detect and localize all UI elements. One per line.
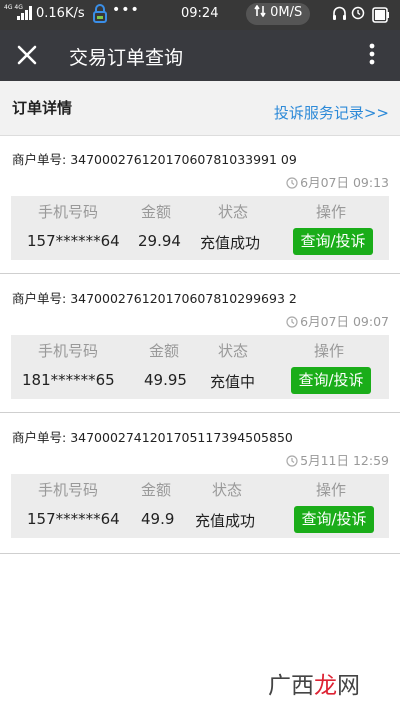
complaint-records-link[interactable]: 投诉服务记录>> <box>274 102 389 123</box>
merchant-number: 商户单号: 347000276120170607810299693 2 <box>12 288 297 307</box>
col-amount-header: 金额 <box>141 203 172 221</box>
col-action-header: 操作 <box>314 342 345 360</box>
order-table: 手机号码 金额 状态 操作 181******65 49.95 充值中 查询/投… <box>11 335 389 399</box>
merchant-number-value: 3470002741201705117394505850 <box>70 430 293 445</box>
order-date-value: 5月11日 12:59 <box>300 453 389 468</box>
order-amount: 49.95 <box>144 371 187 389</box>
order-date-value: 6月07日 09:13 <box>300 175 389 190</box>
headset-icon <box>332 6 347 25</box>
order-details-title: 订单详情 <box>12 99 73 117</box>
alarm-icon <box>351 5 365 24</box>
order-status: 充值成功 <box>195 512 256 530</box>
col-amount-header: 金额 <box>149 342 180 360</box>
order-status: 充值中 <box>210 373 256 391</box>
order-details-header: 订单详情 投诉服务记录>> <box>0 81 400 136</box>
query-complaint-button[interactable]: 查询/投诉 <box>291 367 371 394</box>
merchant-number-value: 34700027612017060781033991 09 <box>70 152 297 167</box>
order-date-value: 6月07日 09:07 <box>300 314 389 329</box>
col-phone-header: 手机号码 <box>38 481 99 499</box>
more-icon[interactable] <box>364 40 380 70</box>
phone-number: 157******64 <box>27 232 120 250</box>
col-status-header: 状态 <box>212 481 243 499</box>
battery-icon <box>372 7 390 27</box>
watermark-logo: 广西龙网 <box>268 673 360 699</box>
col-action-header: 操作 <box>316 203 347 221</box>
merchant-number-label: 商户单号: <box>12 291 71 306</box>
network-speed: 0.16K/s <box>36 6 85 21</box>
title-bar: 交易订单查询 <box>0 30 400 81</box>
order-date: 6月07日 09:13 <box>286 172 389 191</box>
merchant-number-label: 商户单号: <box>12 430 71 445</box>
clock-icon <box>286 177 298 189</box>
col-action-header: 操作 <box>316 481 347 499</box>
col-phone-header: 手机号码 <box>38 203 99 221</box>
order-card: 商户单号: 34700027612017060781033991 09 6月07… <box>0 136 400 274</box>
query-complaint-button[interactable]: 查询/投诉 <box>294 506 374 533</box>
order-amount: 29.94 <box>138 232 181 250</box>
merchant-number-value: 347000276120170607810299693 2 <box>70 291 297 306</box>
query-complaint-button[interactable]: 查询/投诉 <box>293 228 373 255</box>
watermark-text: 广西龙网 <box>268 673 360 699</box>
transfer-arrows-icon <box>254 4 266 18</box>
col-phone-header: 手机号码 <box>38 342 99 360</box>
order-date: 5月11日 12:59 <box>286 450 389 469</box>
close-icon[interactable] <box>12 40 42 70</box>
merchant-number: 商户单号: 3470002741201705117394505850 <box>12 427 293 446</box>
col-status-header: 状态 <box>218 342 249 360</box>
order-card: 商户单号: 347000276120170607810299693 2 6月07… <box>0 275 400 413</box>
page-title: 交易订单查询 <box>69 47 184 69</box>
phone-number: 157******64 <box>27 510 120 528</box>
col-status-header: 状态 <box>218 203 249 221</box>
vpn-lock-icon <box>92 4 108 28</box>
col-amount-header: 金额 <box>141 481 172 499</box>
phone-number: 181******65 <box>22 371 115 389</box>
net-speed-label: 0M/S <box>270 5 303 20</box>
order-status: 充值成功 <box>200 234 261 252</box>
order-amount: 49.9 <box>141 510 175 528</box>
data-transfer-pill: 0M/S <box>246 3 311 25</box>
status-bar: 4G 4G 0.16K/s ••• 09:24 0M/S <box>0 0 400 30</box>
order-table: 手机号码 金额 状态 操作 157******64 29.94 充值成功 查询/… <box>11 196 389 260</box>
signal-icon <box>17 6 33 24</box>
notification-dots: ••• <box>112 2 140 18</box>
merchant-number: 商户单号: 34700027612017060781033991 09 <box>12 149 297 168</box>
order-table: 手机号码 金额 状态 操作 157******64 49.9 充值成功 查询/投… <box>11 474 389 538</box>
order-card: 商户单号: 3470002741201705117394505850 5月11日… <box>0 414 400 554</box>
order-date: 6月07日 09:07 <box>286 311 389 330</box>
clock-icon <box>286 455 298 467</box>
clock-time: 09:24 <box>181 6 219 21</box>
clock-icon <box>286 316 298 328</box>
merchant-number-label: 商户单号: <box>12 152 71 167</box>
